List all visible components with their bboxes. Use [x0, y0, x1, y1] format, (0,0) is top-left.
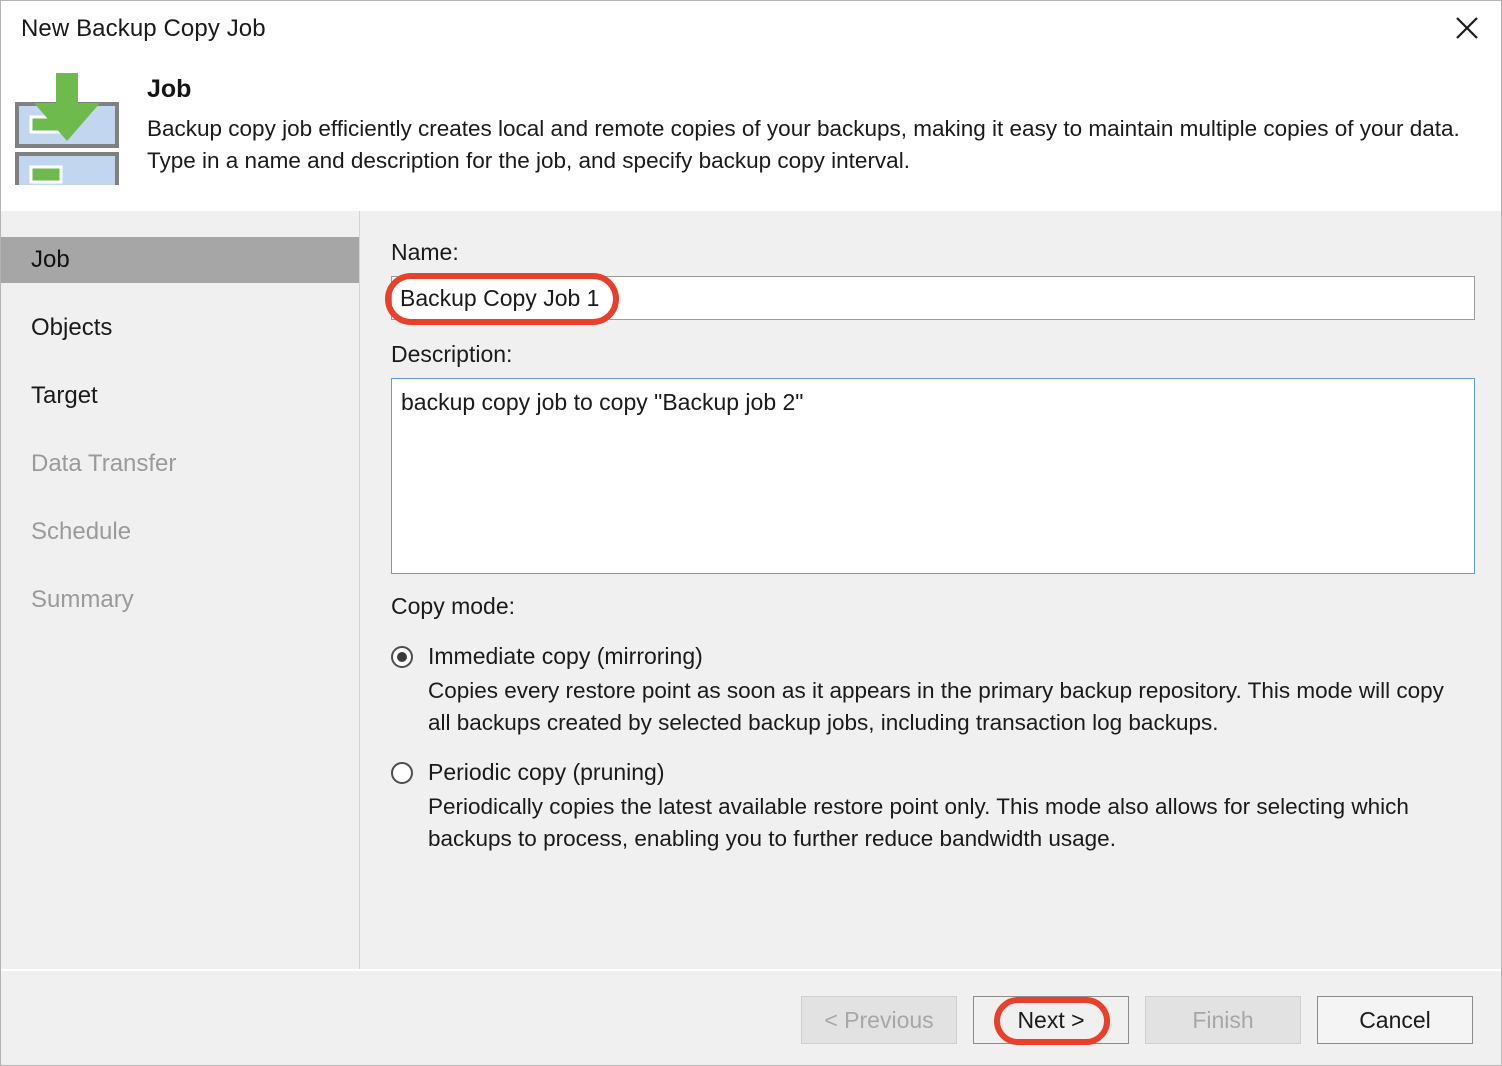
radio-periodic-copy-description: Periodically copies the latest available…	[428, 794, 1409, 851]
next-button[interactable]: Next >	[973, 996, 1129, 1044]
radio-option-immediate-copy[interactable]: Immediate copy (mirroring)	[391, 643, 703, 670]
job-description-input[interactable]	[391, 378, 1475, 574]
previous-button: < Previous	[801, 996, 957, 1044]
sidebar-item-label: Job	[31, 246, 70, 273]
sidebar-item-summary: Summary	[1, 577, 359, 623]
radio-immediate-copy-description: Copies every restore point as soon as it…	[428, 678, 1444, 735]
radio-option-periodic-copy[interactable]: Periodic copy (pruning)	[391, 759, 665, 786]
radio-immediate-copy-label[interactable]: Immediate copy (mirroring)	[428, 643, 703, 670]
dialog-body: Job Objects Target Data Transfer Schedul…	[1, 211, 1501, 969]
radio-periodic-copy-label[interactable]: Periodic copy (pruning)	[428, 759, 665, 786]
close-icon[interactable]	[1439, 3, 1495, 53]
cancel-button[interactable]: Cancel	[1317, 996, 1473, 1044]
name-label: Name:	[391, 239, 459, 265]
sidebar-item-schedule: Schedule	[1, 509, 359, 555]
header-banner: Job Backup copy job efficiently creates …	[1, 59, 1501, 211]
sidebar-item-label: Schedule	[31, 518, 132, 545]
radio-periodic-copy-mark[interactable]	[391, 761, 413, 784]
finish-button: Finish	[1145, 996, 1301, 1044]
sidebar-item-objects[interactable]: Objects	[1, 305, 359, 351]
header-title: Job	[147, 75, 192, 103]
dialog-footer: < Previous Next > Finish Cancel	[1, 971, 1501, 1065]
sidebar-item-label: Target	[31, 382, 98, 409]
title-bar: New Backup Copy Job	[1, 1, 1501, 59]
sidebar-item-label: Summary	[31, 586, 134, 613]
sidebar-item-target[interactable]: Target	[1, 373, 359, 419]
sidebar-item-job[interactable]: Job	[1, 237, 359, 283]
description-label: Description:	[391, 341, 513, 367]
copy-mode-label: Copy mode:	[391, 593, 516, 619]
sidebar-item-label: Data Transfer	[31, 450, 177, 477]
new-backup-copy-job-dialog: New Backup Copy Job Job Backup copy job …	[0, 0, 1502, 1066]
radio-immediate-copy-mark[interactable]	[391, 645, 413, 668]
job-settings-pane: Name: Description: Copy mode: Immediate …	[361, 211, 1501, 969]
wizard-step-list: Job Objects Target Data Transfer Schedul…	[1, 211, 360, 969]
header-description: Backup copy job efficiently creates loca…	[147, 116, 1460, 173]
sidebar-item-data-transfer: Data Transfer	[1, 441, 359, 487]
window-title: New Backup Copy Job	[21, 15, 266, 42]
job-name-input[interactable]	[391, 276, 1475, 320]
backup-copy-job-icon	[15, 73, 119, 198]
sidebar-item-label: Objects	[31, 314, 113, 341]
